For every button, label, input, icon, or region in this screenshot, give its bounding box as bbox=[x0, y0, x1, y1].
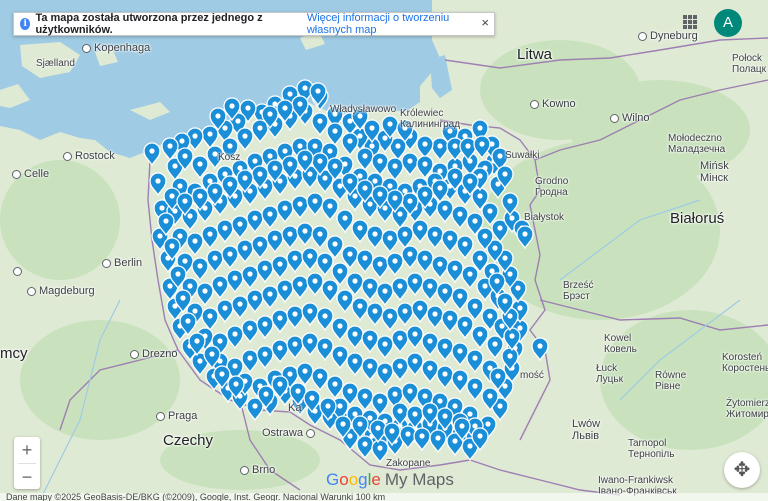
label-minsk: Mińsk Мінск bbox=[700, 160, 729, 184]
label-lithuania: Litwa bbox=[517, 46, 553, 63]
label-sjaelland: Sjælland bbox=[36, 58, 75, 69]
map-attribution: Dane mapy ©2025 GeoBasis-DE/BKG (©2009),… bbox=[0, 493, 768, 501]
label-daugavpils: Dyneburg bbox=[638, 30, 698, 42]
label-prague: Praga bbox=[156, 410, 197, 422]
label-zamosc: mość bbox=[520, 370, 544, 381]
label-krakow: Ka bbox=[288, 402, 302, 414]
zoom-control: + − bbox=[14, 437, 40, 489]
label-kaliningrad: Królewiec Калининград bbox=[400, 108, 461, 130]
label-grodno: Grodno Гродна bbox=[535, 176, 569, 198]
label-korosten: Korosteń Коростень bbox=[722, 352, 768, 374]
label-bialystok: Białystok bbox=[524, 212, 565, 223]
label-kovel: Kowel Ковель bbox=[604, 333, 637, 355]
banner-message: Ta mapa została utworzona przez jednego … bbox=[35, 12, 263, 36]
label-zakopane: Zakopane bbox=[386, 458, 431, 469]
label-polotsk: Połock Полацк bbox=[732, 53, 767, 75]
apps-grid-icon[interactable] bbox=[683, 15, 697, 29]
label-lutsk: Łuck Луцьк bbox=[596, 363, 623, 385]
label-wolfsburg bbox=[13, 265, 25, 277]
label-maladzyechna: Mołodeczno Маладзечна bbox=[668, 133, 726, 155]
label-lviv: Lwów Львів bbox=[572, 418, 601, 442]
label-celle: Celle bbox=[12, 168, 49, 180]
label-suwalki: Suwałki bbox=[505, 150, 540, 161]
label-germany: mcy bbox=[0, 345, 28, 362]
label-wladyslawowo: Władysławowo bbox=[330, 104, 397, 115]
label-czechia: Czechy bbox=[163, 432, 214, 449]
zoom-out-button[interactable]: − bbox=[14, 464, 40, 490]
google-my-maps-logo: Google My Maps bbox=[326, 470, 454, 489]
account-avatar[interactable]: A bbox=[714, 9, 742, 37]
label-kaunas: Kowno bbox=[530, 98, 576, 110]
zoom-in-button[interactable]: + bbox=[14, 437, 40, 463]
close-icon[interactable]: × bbox=[481, 15, 489, 30]
label-rivne: Równe Рівне bbox=[655, 370, 687, 392]
info-icon: i bbox=[20, 18, 31, 30]
label-berlin: Berlin bbox=[102, 257, 142, 269]
label-brest: Brześć Брэст bbox=[563, 280, 594, 302]
label-belarus: Białoruś bbox=[670, 210, 725, 227]
label-brno: Brno bbox=[240, 464, 275, 476]
label-rostock: Rostock bbox=[63, 150, 115, 162]
label-zhytomyr: Żytomierz Житомир bbox=[726, 398, 768, 420]
user-map-info-banner: i Ta mapa została utworzona przez jedneg… bbox=[13, 12, 495, 36]
move-arrows-icon[interactable]: ✥ bbox=[724, 452, 760, 488]
label-ostrava: Ostrawa bbox=[262, 427, 318, 439]
label-koszalin: Kosz bbox=[218, 152, 241, 163]
label-ternopil: Tarnopol Тернопіль bbox=[628, 438, 675, 460]
map-canvas[interactable] bbox=[0, 0, 768, 501]
label-dresden: Drezno bbox=[130, 348, 177, 360]
learn-more-link[interactable]: Więcej informacji o tworzeniu własnych m… bbox=[307, 12, 494, 36]
label-copenhagen: Kopenhaga bbox=[82, 42, 150, 54]
label-vilnius: Wilno bbox=[610, 112, 650, 124]
label-magdeburg: Magdeburg bbox=[27, 285, 95, 297]
